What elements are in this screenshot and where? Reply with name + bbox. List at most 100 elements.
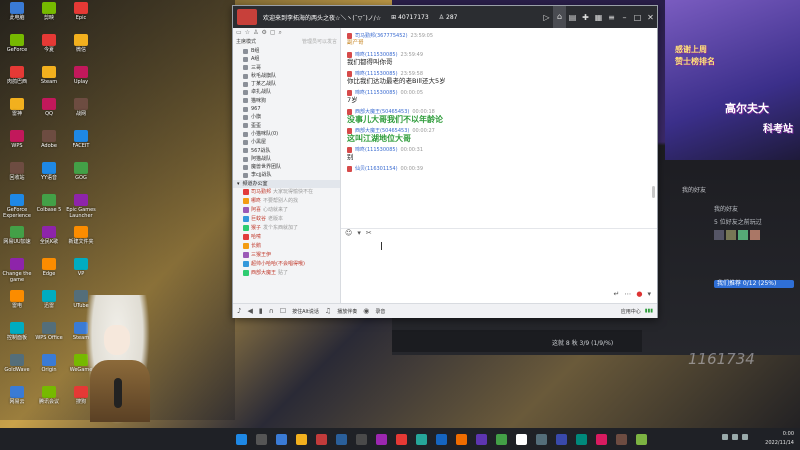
- desktop-icon[interactable]: WPS: [2, 130, 32, 156]
- desktop-icon[interactable]: 网易UU加速: [2, 226, 32, 252]
- mode-filter[interactable]: 主席模式 管理员可以发言: [233, 38, 340, 47]
- desktop-icon[interactable]: 剪映: [34, 2, 64, 28]
- desktop-icon[interactable]: 回收站: [2, 162, 32, 188]
- desktop-icon[interactable]: Adobe: [34, 130, 64, 156]
- member-item[interactable]: 猴子 发个东西就加了: [233, 224, 340, 233]
- desktop-icon[interactable]: 全民K歌: [34, 226, 64, 252]
- message-input[interactable]: [341, 238, 657, 286]
- channel-node[interactable]: 李cjj战队: [243, 171, 340, 179]
- desktop-icon[interactable]: 微信: [66, 34, 96, 60]
- desktop-icon[interactable]: 控制面板: [2, 322, 32, 348]
- emoji-icon[interactable]: ☺: [345, 229, 352, 238]
- desktop-icon[interactable]: 战网: [66, 98, 96, 124]
- office-section-header[interactable]: ▾ 频道办公室: [233, 179, 340, 188]
- app-icon[interactable]: [516, 433, 527, 445]
- channel-node[interactable]: 小黑屋: [243, 138, 340, 146]
- gamepad-icon[interactable]: ✚: [579, 13, 592, 22]
- desktop-icon[interactable]: GeForce Experience: [2, 194, 32, 220]
- channel-node[interactable]: 三哥: [243, 64, 340, 72]
- channel-node[interactable]: 567战队: [243, 147, 340, 155]
- wifi-icon[interactable]: [722, 434, 728, 440]
- app-icon[interactable]: [376, 433, 387, 445]
- message-author[interactable]: 啼咚(111530085): [355, 51, 398, 58]
- desktop-icon[interactable]: 雷电: [2, 290, 32, 316]
- checkbox-icon[interactable]: ☐: [280, 307, 286, 315]
- member-item[interactable]: 阿喜 心动就来了: [233, 206, 340, 215]
- settings-icon[interactable]: ⚙: [261, 29, 266, 37]
- avatar[interactable]: [714, 230, 724, 240]
- app-icon[interactable]: [436, 433, 447, 445]
- channel-node[interactable]: 猫咪狗: [243, 97, 340, 105]
- app-icon[interactable]: [576, 433, 587, 445]
- search-icon[interactable]: ⌕: [279, 29, 282, 37]
- star-icon[interactable]: ☆: [245, 29, 250, 37]
- desktop-icon[interactable]: 网易云: [2, 386, 32, 412]
- message-author[interactable]: 啼咚(111530085): [355, 146, 398, 153]
- avatar[interactable]: [750, 230, 760, 240]
- chart-icon[interactable]: ▤: [566, 13, 579, 22]
- desktop-icon[interactable]: Colbase 5: [34, 194, 64, 220]
- volume-icon[interactable]: ◀: [247, 307, 252, 315]
- screenshot-icon[interactable]: ✂: [366, 229, 372, 238]
- steam-icon[interactable]: [336, 433, 347, 445]
- desktop-icon[interactable]: Epic: [66, 2, 96, 28]
- app-icon[interactable]: [496, 433, 507, 445]
- folder-icon[interactable]: ▭: [236, 29, 242, 37]
- headset-icon[interactable]: ∩: [269, 307, 274, 315]
- message-author[interactable]: 仙贝(116301154): [355, 165, 398, 172]
- send-arrow-icon[interactable]: ↵: [614, 290, 620, 298]
- member-item[interactable]: 长鹅: [233, 242, 340, 251]
- channel-node[interactable]: 魔兽世界团队: [243, 163, 340, 171]
- battery-icon[interactable]: [742, 434, 748, 440]
- search-icon[interactable]: [256, 433, 267, 445]
- app-icon[interactable]: [636, 433, 647, 445]
- home-icon[interactable]: ⌂: [553, 6, 566, 28]
- message-author[interactable]: 啼咚(111530085): [355, 89, 398, 96]
- avatar[interactable]: [738, 230, 748, 240]
- desktop-icon[interactable]: Origin: [34, 354, 64, 380]
- desktop-icon[interactable]: 此电脑: [2, 2, 32, 28]
- dropdown-icon[interactable]: ▾: [357, 229, 361, 238]
- member-item[interactable]: 巨蚊谷 老版本: [233, 215, 340, 224]
- member-item[interactable]: 司马勤邦 大家玩得愉快不在: [233, 188, 340, 197]
- app-icon[interactable]: [536, 433, 547, 445]
- app-icon[interactable]: [476, 433, 487, 445]
- recommend-progress-bar[interactable]: 我们推荐 0/12 (25%): [714, 280, 794, 288]
- minimize-icon[interactable]: –: [618, 13, 631, 22]
- desktop-icon[interactable]: GeForce: [2, 34, 32, 60]
- desktop-icon[interactable]: GOG: [66, 162, 96, 188]
- message-author[interactable]: 司马勤邦(367775452): [355, 32, 408, 39]
- desktop-icon[interactable]: 今夏: [34, 34, 64, 60]
- channel-node[interactable]: A组: [243, 55, 340, 63]
- desktop-icon[interactable]: 新建文件夹: [66, 226, 96, 252]
- hold-to-talk[interactable]: 按住Alt说话: [292, 308, 319, 315]
- video-icon[interactable]: ▷: [540, 13, 553, 22]
- music-icon[interactable]: ♪: [237, 307, 241, 315]
- desktop-icon[interactable]: Change the game: [2, 258, 32, 284]
- desktop-icon[interactable]: Uplay: [66, 66, 96, 92]
- member-item[interactable]: 哈嗦: [233, 233, 340, 242]
- desktop-icon[interactable]: GoldWave: [2, 354, 32, 380]
- desktop-icon[interactable]: 雷神: [2, 98, 32, 124]
- member-item[interactable]: 西部大魔王 贴了: [233, 269, 340, 278]
- clock[interactable]: 0:00 2022/11/14: [765, 430, 794, 448]
- desktop-icon[interactable]: QQ: [34, 98, 64, 124]
- message-scrollbar[interactable]: [652, 186, 655, 198]
- desktop-icon[interactable]: 腾讯会议: [34, 386, 64, 412]
- folder-icon[interactable]: [296, 433, 307, 445]
- game-banner[interactable]: 感谢上周 赞士榜排名 高尔夫大 科考站: [665, 0, 800, 160]
- desktop-icon[interactable]: WPS Office: [34, 322, 64, 348]
- app-icon[interactable]: [616, 433, 627, 445]
- app-icon[interactable]: [416, 433, 427, 445]
- app-center-button[interactable]: 应用中心: [621, 308, 641, 315]
- channel-node[interactable]: 阿猫战队: [243, 155, 340, 163]
- member-item[interactable]: 超帅小哈哈(不会唱得哦): [233, 260, 340, 269]
- channel-node[interactable]: 卓扎战队: [243, 88, 340, 96]
- start-icon[interactable]: [236, 433, 247, 445]
- maximize-icon[interactable]: □: [631, 13, 644, 22]
- channel-node[interactable]: 秋毛战旗队: [243, 72, 340, 80]
- desktop-icon[interactable]: Epic Games Launcher: [66, 194, 96, 220]
- app-icon[interactable]: [396, 433, 407, 445]
- more-icon[interactable]: ⋯: [624, 290, 631, 298]
- close-icon[interactable]: ✕: [644, 13, 657, 22]
